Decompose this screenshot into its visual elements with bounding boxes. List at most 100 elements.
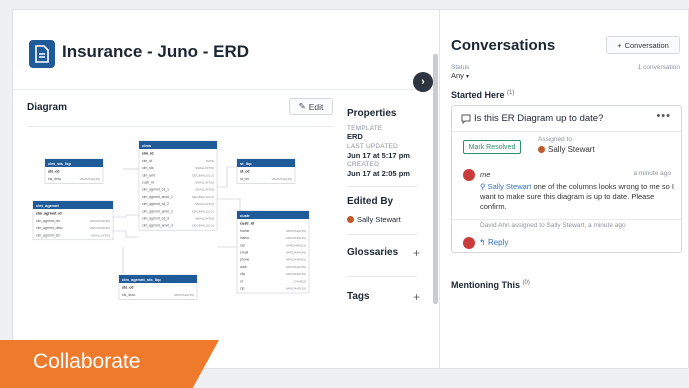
erd-column-name: addr	[240, 265, 248, 269]
erd-column-type: DECIMAL(10,2)	[192, 209, 214, 213]
erd-column-name: sts_desc	[48, 177, 62, 181]
assigned-user[interactable]: Sally Stewart	[538, 145, 595, 154]
erd-column-type: SMALLINT(5)	[195, 202, 214, 206]
erd-primary-key: clm_agrmnt_id	[36, 212, 62, 216]
erd-primary-key: sts_cd	[48, 170, 59, 174]
created-value: Jun 17 at 2:05 pm	[347, 169, 410, 178]
person-icon: ⚲	[480, 182, 486, 191]
erd-column-type: VARCHAR(45)	[286, 236, 306, 240]
erd-column-name: clm_agrmnt_amnt_2	[142, 209, 173, 213]
reply-button[interactable]: ↰ Reply	[479, 238, 508, 247]
erd-table-name: custr	[240, 213, 250, 218]
comment-author: me	[480, 170, 491, 179]
last-updated-label: LAST UPDATED	[347, 143, 398, 150]
app-window: Insurance - Juno - ERD Diagram ✎ Edit cl…	[12, 9, 689, 369]
scrollbar[interactable]	[433, 54, 438, 304]
edit-button[interactable]: ✎ Edit	[289, 98, 333, 115]
erd-column-name: sts_desc	[122, 293, 136, 297]
erd-column-type: VARCHAR(45)	[286, 272, 306, 276]
erd-connector	[113, 214, 139, 218]
erd-column-type: DATE	[206, 159, 214, 163]
erd-column-name: clm_amt	[142, 173, 155, 177]
erd-column-name: clm_agrmnt_sts	[36, 233, 60, 237]
erd-column-name: clm_sts	[142, 166, 154, 170]
erd-column-type: DECIMAL(10,2)	[192, 195, 214, 199]
divider	[347, 186, 417, 187]
erd-column-type: VARCHAR(45)	[90, 219, 110, 223]
erd-column-name: clm_agrmnt_cd_3	[142, 217, 169, 221]
comment-timestamp: a minute ago	[633, 170, 671, 177]
template-value: ERD	[347, 132, 363, 141]
erd-column-name: clm_dt	[142, 159, 152, 163]
erd-column-type: SMALLINT(5)	[195, 217, 214, 221]
started-here-count: (1)	[507, 90, 515, 96]
erd-column-name: fname	[240, 229, 250, 233]
erd-column-name: clm_agrmnt_nm	[36, 219, 60, 223]
erd-column-type: VARCHAR(15)	[286, 258, 306, 262]
plus-icon: +	[617, 40, 622, 50]
erd-column-type: VARCHAR(45)	[90, 226, 110, 230]
comment-body: ⚲ Sally Stewart one of the columns looks…	[480, 182, 676, 212]
chevron-down-icon: ▾	[466, 74, 470, 80]
erd-column-name: custr_id	[142, 181, 154, 185]
properties-panel: Properties TEMPLATE ERD LAST UPDATED Jun…	[347, 96, 433, 368]
last-updated-value: Jun 17 at 5:17 pm	[347, 151, 410, 160]
status-filter-dropdown[interactable]: Any ▾	[451, 71, 469, 80]
pencil-icon: ✎	[298, 101, 306, 111]
diagram-section-label: Diagram	[27, 102, 68, 113]
assigned-to-label: Assigned to	[538, 136, 572, 143]
conversations-title: Conversations	[451, 37, 556, 54]
erd-table-name: st_lkp	[240, 161, 252, 166]
add-glossary-plus-icon[interactable]: +	[413, 247, 420, 259]
created-label: CREATED	[347, 161, 379, 168]
erd-primary-key: custr_id	[240, 222, 254, 226]
new-conversation-button[interactable]: + Conversation	[606, 36, 680, 54]
erd-table-name: clms	[142, 143, 152, 148]
erd-column-type: VARCHAR(45)	[286, 265, 306, 269]
status-filter-label: Status	[451, 64, 470, 71]
conversation-count: 1 conversation	[637, 64, 680, 71]
mentioning-this-count: (0)	[522, 280, 530, 286]
add-tag-plus-icon[interactable]: +	[413, 291, 420, 303]
erd-column-name: st_nm	[240, 177, 249, 181]
status-filter-value: Any	[451, 71, 464, 80]
started-here-heading: Started Here (1)	[451, 90, 514, 100]
erd-connector	[113, 230, 139, 238]
erd-column-type: SMALLINT(5)	[195, 188, 214, 192]
edited-by-user-name: Sally Stewart	[357, 215, 401, 224]
erd-column-name: zip	[240, 287, 244, 291]
assigned-user-name: Sally Stewart	[548, 145, 595, 154]
divider	[347, 234, 417, 235]
more-options-icon[interactable]: •••	[656, 110, 671, 122]
erd-primary-key: st_cd	[240, 170, 249, 174]
conversation-card[interactable]: Is this ER Diagram up to date? ••• Mark …	[451, 105, 682, 253]
avatar	[347, 216, 354, 223]
divider	[347, 276, 417, 277]
erd-column-name: st	[240, 279, 243, 283]
conversations-pane: Conversations + Conversation Status Any …	[439, 10, 688, 368]
erd-column-type: VARCHAR(45)	[286, 251, 306, 255]
divider	[452, 131, 681, 132]
erd-column-type: VARCHAR(10)	[286, 287, 306, 291]
mark-resolved-button[interactable]: Mark Resolved	[463, 140, 521, 154]
erd-column-type: VARCHAR(11)	[286, 243, 306, 247]
header-divider	[13, 89, 433, 90]
edited-by-user[interactable]: Sally Stewart	[347, 215, 401, 224]
user-mention-link[interactable]: ⚲ Sally Stewart	[480, 182, 531, 191]
new-conversation-label: Conversation	[624, 40, 669, 50]
erd-column-name: email	[240, 251, 248, 255]
mentioning-this-heading: Mentioning This (0)	[451, 280, 530, 290]
erd-column-name: clm_agrmnt_amnt_1	[142, 195, 173, 199]
erd-column-type: DECIMAL(10,2)	[192, 173, 214, 177]
document-icon	[29, 40, 55, 68]
started-here-label: Started Here	[451, 90, 505, 100]
erd-column-type: DECIMAL(10,2)	[192, 224, 214, 228]
avatar	[538, 146, 545, 153]
erd-diagram-canvas[interactable]: clm_sts_lkp sts_cd sts_desc VARCHAR(45) clm_…	[27, 126, 333, 310]
chevron-right-icon[interactable]: ›	[413, 72, 433, 92]
edit-button-label: Edit	[308, 101, 324, 112]
collaborate-banner-label: Collaborate	[33, 350, 141, 373]
erd-connector	[217, 198, 263, 212]
avatar	[463, 237, 475, 249]
erd-column-type: VARCHAR(45)	[80, 177, 100, 181]
